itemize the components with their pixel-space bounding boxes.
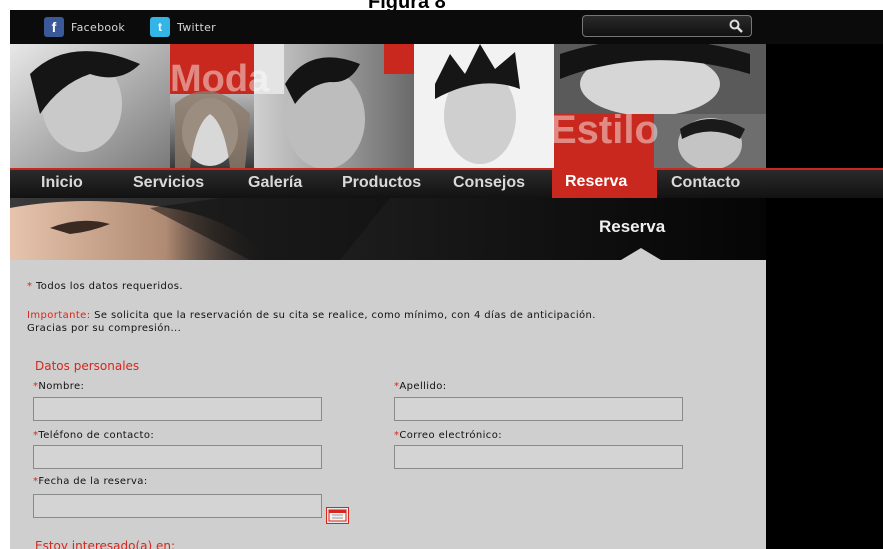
nav-item-galeria[interactable]: Galería	[248, 174, 302, 192]
label-telefono-text: Teléfono de contacto:	[38, 430, 155, 441]
nav-item-reserva[interactable]: Reserva	[552, 168, 657, 198]
nav-item-reserva-label: Reserva	[565, 173, 628, 190]
apellido-input[interactable]	[395, 398, 682, 420]
nombre-input[interactable]	[34, 398, 321, 420]
twitter-link[interactable]: t Twitter	[150, 17, 216, 37]
banner-word-moda: Moda	[170, 58, 270, 100]
page-header: Reserva	[10, 198, 766, 260]
nav-item-servicios[interactable]: Servicios	[133, 174, 204, 192]
section-interest: Estoy interesado(a) en:	[35, 539, 176, 549]
correo-field	[394, 445, 683, 469]
fecha-field	[33, 494, 322, 518]
calendar-button[interactable]	[326, 507, 349, 524]
telefono-field	[33, 445, 322, 469]
search-input[interactable]	[589, 18, 719, 34]
banner-collage: Moda Estilo	[10, 44, 766, 168]
important-label: Importante:	[27, 310, 91, 321]
facebook-icon: f	[44, 17, 64, 37]
telefono-input[interactable]	[34, 446, 321, 468]
banner-side-panel	[766, 44, 883, 168]
section-personal-data: Datos personales	[35, 359, 140, 373]
calendar-icon	[328, 509, 347, 522]
label-telefono: *Teléfono de contacto:	[33, 430, 154, 441]
nombre-field	[33, 397, 322, 421]
search-icon[interactable]	[729, 19, 743, 33]
required-mark: *	[27, 281, 33, 292]
label-fecha-text: Fecha de la reserva:	[38, 476, 148, 487]
nav-item-contacto[interactable]: Contacto	[671, 174, 740, 192]
facebook-label: Facebook	[71, 20, 126, 34]
nav-item-productos[interactable]: Productos	[342, 174, 421, 192]
correo-input[interactable]	[395, 446, 682, 468]
header-face-image	[10, 198, 390, 260]
nav-item-consejos[interactable]: Consejos	[453, 174, 525, 192]
label-apellido-text: Apellido:	[399, 381, 447, 392]
label-fecha: *Fecha de la reserva:	[33, 476, 148, 487]
thanks-text: Gracias por su compresión...	[27, 323, 182, 334]
label-correo: *Correo electrónico:	[394, 430, 502, 441]
header-notch	[621, 248, 661, 260]
right-side-panel	[766, 198, 883, 549]
apellido-field	[394, 397, 683, 421]
search-box	[582, 15, 752, 37]
nav-item-inicio[interactable]: Inicio	[41, 174, 83, 192]
label-nombre-text: Nombre:	[38, 381, 85, 392]
banner-word-estilo: Estilo	[550, 108, 659, 152]
page-title: Reserva	[599, 217, 666, 236]
label-nombre: *Nombre:	[33, 381, 84, 392]
main-nav: Inicio Servicios Galería Productos Conse…	[10, 168, 883, 198]
required-note: * Todos los datos requeridos.	[27, 281, 183, 292]
facebook-link[interactable]: f Facebook	[44, 17, 125, 37]
twitter-label: Twitter	[177, 20, 216, 34]
fecha-input[interactable]	[34, 495, 321, 517]
reservation-form: * Todos los datos requeridos. Importante…	[10, 260, 766, 549]
required-note-text: Todos los datos requeridos.	[36, 281, 183, 292]
website: f Facebook t Twitter Moda Estilo Inicio …	[10, 10, 883, 549]
label-correo-text: Correo electrónico:	[399, 430, 502, 441]
important-text: Se solicita que la reservación de su cit…	[94, 310, 596, 321]
label-apellido: *Apellido:	[394, 381, 447, 392]
top-bar: f Facebook t Twitter	[10, 10, 883, 44]
important-note: Importante: Se solicita que la reservaci…	[27, 310, 596, 321]
twitter-icon: t	[150, 17, 170, 37]
